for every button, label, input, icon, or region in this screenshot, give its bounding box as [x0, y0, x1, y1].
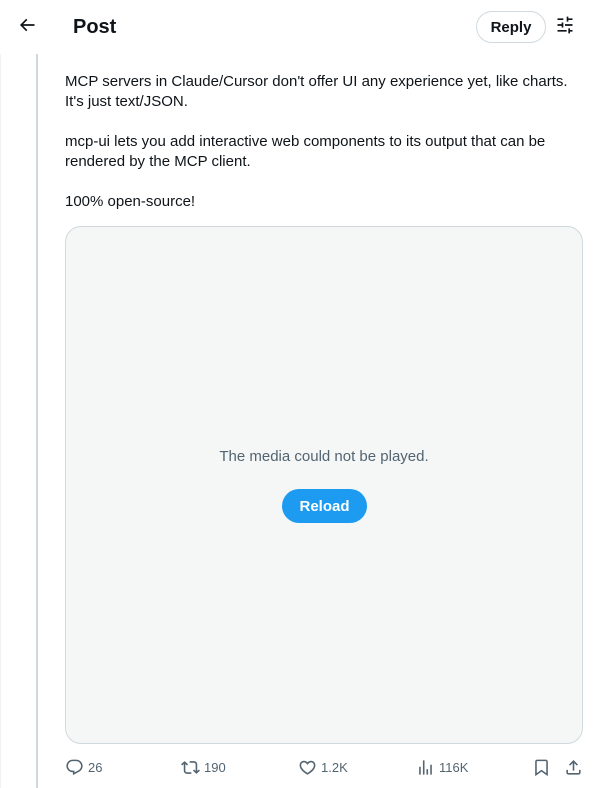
repost-action[interactable]: 190 — [181, 754, 226, 780]
like-count: 1.2K — [321, 759, 348, 775]
post-paragraph: 100% open-source! — [65, 193, 196, 210]
back-button[interactable] — [8, 8, 46, 46]
reload-button[interactable]: Reload — [282, 489, 367, 523]
post-page: Post Reply MCP servers in Claude/Cursor … — [0, 0, 599, 788]
post-body: MCP servers in Claude/Cursor don't offer… — [65, 72, 585, 232]
thread-line — [36, 54, 38, 788]
reply-count: 26 — [88, 759, 103, 775]
views-icon — [416, 758, 435, 777]
media-player[interactable]: The media could not be played. Reload — [65, 226, 583, 744]
repost-icon — [181, 758, 200, 777]
reply-action[interactable]: 26 — [65, 754, 102, 780]
post-paragraph: mcp-ui lets you add interactive web comp… — [65, 133, 546, 170]
bookmark-button[interactable] — [532, 754, 551, 780]
action-bar: 26 190 1.2K 116K — [65, 754, 587, 780]
share-button[interactable] — [564, 754, 583, 780]
media-error-message: The media could not be played. — [219, 448, 429, 465]
sliders-icon — [555, 15, 575, 40]
arrow-left-icon — [17, 15, 37, 40]
filter-button[interactable] — [553, 15, 577, 39]
post-paragraph: MCP servers in Claude/Cursor don't offer… — [65, 73, 568, 110]
header-bar: Post Reply — [0, 0, 599, 54]
views-action[interactable]: 116K — [416, 754, 468, 780]
reply-icon — [65, 758, 84, 777]
share-icon — [564, 758, 583, 777]
reply-button[interactable]: Reply — [476, 11, 546, 43]
page-title: Post — [73, 16, 117, 38]
bookmark-icon — [532, 758, 551, 777]
views-count: 116K — [439, 759, 469, 775]
like-icon — [298, 758, 317, 777]
like-action[interactable]: 1.2K — [298, 754, 348, 780]
thread-border — [0, 54, 1, 788]
repost-count: 190 — [204, 759, 226, 775]
